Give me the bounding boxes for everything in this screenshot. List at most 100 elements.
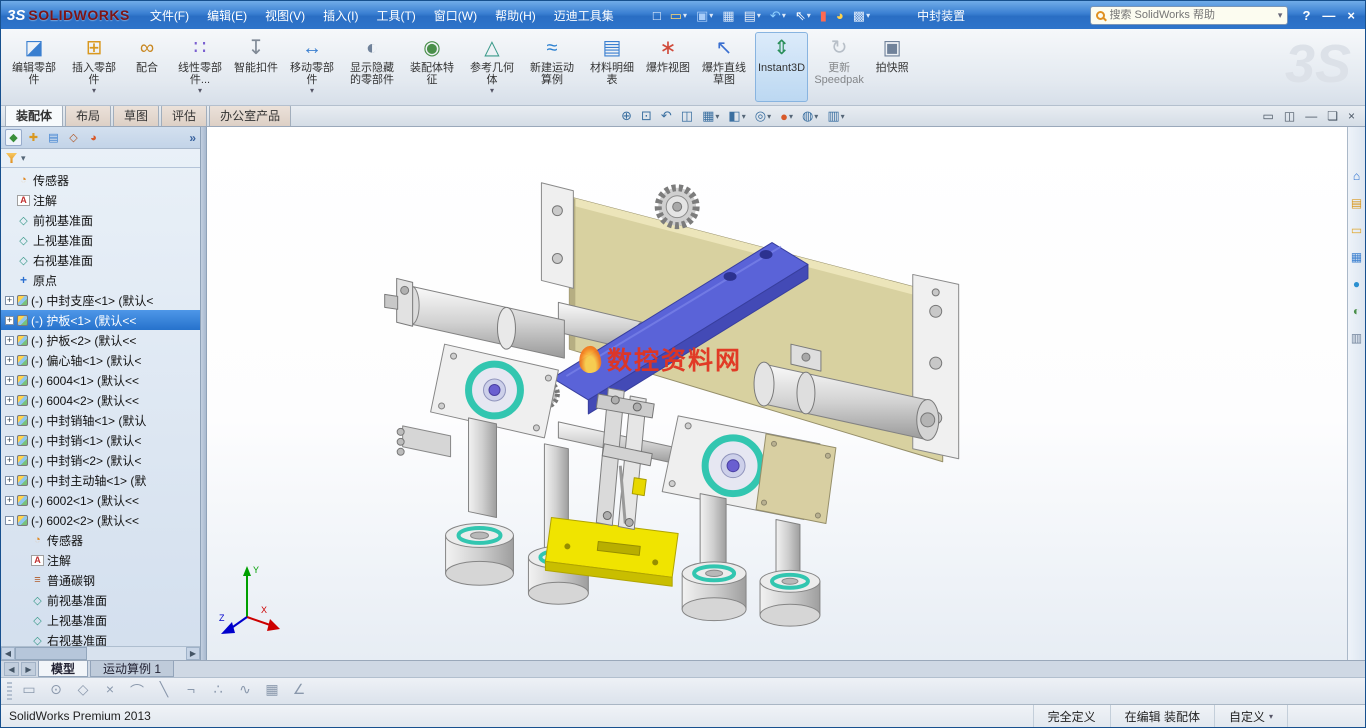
- exploded-view-button[interactable]: ∗爆炸视图: [643, 32, 693, 102]
- tree-item-component[interactable]: +(-) 6004<1> (默认<<: [1, 370, 200, 390]
- insert-component-button[interactable]: ⊞插入零部件▾: [65, 32, 123, 102]
- previous-view-icon[interactable]: ↶: [661, 108, 672, 124]
- tree-item-right-plane[interactable]: 右视基准面: [1, 630, 200, 646]
- minimize-button[interactable]: —: [1322, 8, 1335, 23]
- sketch-dimension-icon[interactable]: ∠: [289, 681, 309, 701]
- tree-expander[interactable]: +: [5, 436, 14, 445]
- print-icon[interactable]: ▤▾: [741, 7, 764, 24]
- propertymanager-tab-icon[interactable]: ✚: [25, 129, 42, 146]
- sketch-point-icon[interactable]: ∴: [208, 681, 228, 701]
- take-snapshot-button[interactable]: ▣拍快照: [870, 32, 914, 102]
- zoom-fit-icon[interactable]: ⊕: [621, 108, 632, 124]
- tab-layout[interactable]: 布局: [65, 104, 111, 126]
- instant3d-button[interactable]: ⇕Instant3D: [755, 32, 808, 102]
- scrollbar-thumb[interactable]: [15, 647, 87, 660]
- appearances-icon[interactable]: ●: [1353, 275, 1360, 293]
- tree-item-component[interactable]: +(-) 中封支座<1> (默认<: [1, 290, 200, 310]
- tree-expander[interactable]: -: [5, 516, 14, 525]
- tab-assembly[interactable]: 装配体: [5, 104, 63, 126]
- toolbar-grip[interactable]: [7, 682, 12, 700]
- tree-expander[interactable]: +: [5, 296, 14, 305]
- tree-item-origin[interactable]: 原点: [1, 270, 200, 290]
- tree-item-component[interactable]: +(-) 护板<2> (默认<<: [1, 330, 200, 350]
- move-component-button[interactable]: ↔移动零部件▾: [283, 32, 341, 102]
- tree-expander[interactable]: +: [5, 336, 14, 345]
- tree-expander[interactable]: +: [5, 376, 14, 385]
- tree-expander[interactable]: +: [5, 396, 14, 405]
- scroll-right-arrow[interactable]: ▶: [186, 647, 200, 660]
- tree-item-right-plane[interactable]: 右视基准面: [1, 250, 200, 270]
- tree-item-component[interactable]: +(-) 中封主动轴<1> (默: [1, 470, 200, 490]
- viewport-split-icon[interactable]: ◫: [1284, 109, 1295, 123]
- tree-item-annotations[interactable]: 注解: [1, 190, 200, 210]
- tree-item-component[interactable]: +(-) 护板<1> (默认<<: [1, 310, 200, 330]
- scenes-icon[interactable]: ◐: [1353, 302, 1360, 320]
- dimxpertmanager-tab-icon[interactable]: ◇: [65, 129, 82, 146]
- task-resources-icon[interactable]: ⌂: [1353, 167, 1360, 185]
- menu-item[interactable]: 迈迪工具集: [546, 4, 622, 27]
- custom-properties-icon[interactable]: ▥: [1351, 329, 1362, 347]
- menu-item[interactable]: 窗口(W): [426, 4, 485, 27]
- scrollbar-track[interactable]: [15, 647, 186, 660]
- open-icon[interactable]: ▭▾: [667, 7, 690, 24]
- new-document-icon[interactable]: □: [650, 7, 664, 24]
- displaymanager-tab-icon[interactable]: ◕: [85, 129, 102, 146]
- tree-item-annotations[interactable]: 注解: [1, 550, 200, 570]
- menu-item[interactable]: 帮助(H): [487, 4, 544, 27]
- sketch-trim-icon[interactable]: ×: [100, 681, 120, 701]
- search-dropdown-caret-icon[interactable]: ▾: [1278, 10, 1283, 21]
- configurationmanager-tab-icon[interactable]: ▤: [45, 129, 62, 146]
- linear-pattern-button[interactable]: ∷线性零部件...▾: [171, 32, 229, 102]
- edit-appearance-icon[interactable]: ●▾: [780, 109, 793, 124]
- rebuild-icon[interactable]: ▮: [817, 7, 830, 24]
- tab-scroll-right-icon[interactable]: ▶: [21, 662, 36, 676]
- mate-button[interactable]: ∞配合: [125, 32, 169, 102]
- sketch-line-icon[interactable]: ╲: [154, 681, 174, 701]
- tree-item-sensors[interactable]: 传感器: [1, 170, 200, 190]
- apply-scene-icon[interactable]: ◍▾: [802, 108, 818, 124]
- display-style-icon[interactable]: ◧▾: [728, 108, 745, 124]
- menu-item[interactable]: 编辑(E): [199, 4, 255, 27]
- featuremanager-tab-icon[interactable]: ◆: [5, 129, 22, 146]
- tree-expander[interactable]: +: [5, 416, 14, 425]
- sketch-ellipse-icon[interactable]: ◇: [73, 681, 93, 701]
- assembly-3d-model[interactable]: [207, 127, 1347, 660]
- view-orientation-icon[interactable]: ▦▾: [702, 108, 719, 124]
- tree-item-component[interactable]: +(-) 中封销<1> (默认<: [1, 430, 200, 450]
- tab-scroll-left-icon[interactable]: ◀: [4, 662, 19, 676]
- viewport-layout-icon[interactable]: ▭: [1263, 109, 1274, 123]
- doc-minimize-icon[interactable]: —: [1305, 109, 1317, 123]
- edit-component-button[interactable]: ◪编辑零部件: [5, 32, 63, 102]
- tab-motion-study[interactable]: 运动算例 1: [90, 661, 174, 677]
- graphics-area[interactable]: 数控资料网 Y X Z: [207, 127, 1347, 660]
- bill-of-materials-button[interactable]: ▤材料明细表: [583, 32, 641, 102]
- help-search-box[interactable]: ▾: [1090, 6, 1288, 25]
- menu-item[interactable]: 插入(I): [315, 4, 366, 27]
- select-icon[interactable]: ⇖▾: [792, 7, 814, 24]
- tree-expander[interactable]: +: [5, 496, 14, 505]
- view-palette-icon[interactable]: ▦: [1351, 248, 1362, 266]
- sketch-pattern-icon[interactable]: ▦: [262, 681, 282, 701]
- tree-item-component[interactable]: +(-) 6004<2> (默认<<: [1, 390, 200, 410]
- tab-sketch[interactable]: 草图: [113, 104, 159, 126]
- menu-item[interactable]: 工具(T): [368, 4, 423, 27]
- save-icon[interactable]: ▣▾: [693, 7, 716, 24]
- menu-item[interactable]: 文件(F): [142, 4, 197, 27]
- sketch-rectangle-icon[interactable]: ¬: [181, 681, 201, 701]
- new-motion-study-button[interactable]: ≈新建运动算例: [523, 32, 581, 102]
- section-view-icon[interactable]: ◫: [681, 108, 693, 124]
- smart-fasteners-button[interactable]: ↧智能扣件: [231, 32, 281, 102]
- doc-restore-icon[interactable]: ❏: [1327, 109, 1338, 123]
- menu-item[interactable]: 视图(V): [257, 4, 313, 27]
- close-button[interactable]: ×: [1347, 8, 1355, 23]
- tab-evaluate[interactable]: 评估: [161, 104, 207, 126]
- appearance-icon[interactable]: ◕: [833, 7, 847, 24]
- tree-item-component[interactable]: +(-) 中封销<2> (默认<: [1, 450, 200, 470]
- tree-item-top-plane[interactable]: 上视基准面: [1, 230, 200, 250]
- tree-item-front-plane[interactable]: 前视基准面: [1, 590, 200, 610]
- search-input[interactable]: [1109, 9, 1273, 21]
- custom-status-dropdown[interactable]: 自定义▾: [1214, 705, 1287, 727]
- design-library-icon[interactable]: ▤: [1351, 194, 1362, 212]
- view-settings-icon[interactable]: ▥▾: [827, 108, 844, 124]
- show-hidden-components-button[interactable]: ◐显示隐藏的零部件: [343, 32, 401, 102]
